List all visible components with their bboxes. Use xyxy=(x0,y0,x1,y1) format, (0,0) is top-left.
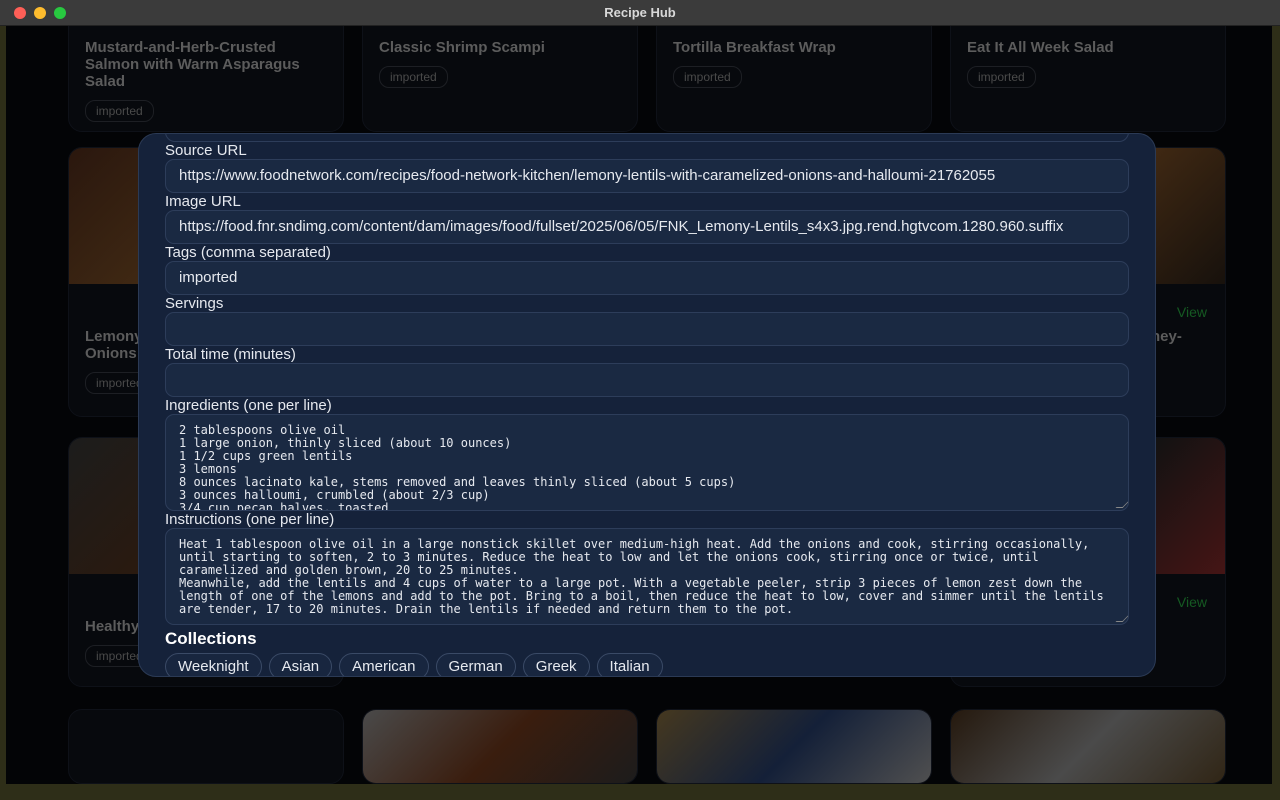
recipe-image xyxy=(363,710,637,783)
recipe-title: Classic Shrimp Scampi xyxy=(379,39,545,56)
total-time-label: Total time (minutes) xyxy=(165,346,296,363)
recipe-card[interactable] xyxy=(656,709,932,784)
collection-chip-italian[interactable]: Italian xyxy=(596,653,663,676)
collection-chip-greek[interactable]: Greek xyxy=(522,653,590,676)
recipe-title: Mustard-and-Herb-Crusted Salmon with War… xyxy=(85,39,300,90)
window-title: Recipe Hub xyxy=(604,5,676,20)
ingredients-label: Ingredients (one per line) xyxy=(165,397,332,414)
recipe-tag: imported xyxy=(967,66,1036,88)
source-url-label: Source URL xyxy=(165,142,247,159)
source-url-input[interactable]: https://www.foodnetwork.com/recipes/food… xyxy=(165,159,1129,193)
collections-heading: Collections xyxy=(165,629,257,648)
minimize-window-button[interactable] xyxy=(34,7,46,19)
servings-input[interactable] xyxy=(165,312,1129,346)
close-window-button[interactable] xyxy=(14,7,26,19)
recipe-image xyxy=(951,710,1225,783)
recipe-tag: imported xyxy=(673,66,742,88)
tags-label: Tags (comma separated) xyxy=(165,244,331,261)
ingredients-textarea[interactable]: 2 tablespoons olive oil 1 large onion, t… xyxy=(165,414,1129,511)
collections-list: Weeknight Asian American German Greek It… xyxy=(165,653,1129,676)
collection-chip-weeknight[interactable]: Weeknight xyxy=(165,653,262,676)
tags-input[interactable]: imported xyxy=(165,261,1129,295)
recipe-card[interactable] xyxy=(362,709,638,784)
recipe-card[interactable] xyxy=(68,709,344,784)
recipe-card[interactable]: Classic Shrimp Scampi imported xyxy=(362,26,638,132)
instructions-textarea[interactable]: Heat 1 tablespoon olive oil in a large n… xyxy=(165,528,1129,625)
view-link[interactable]: View xyxy=(1177,594,1207,610)
recipe-tag: imported xyxy=(85,100,154,122)
recipe-image xyxy=(657,710,931,783)
collection-chip-german[interactable]: German xyxy=(435,653,516,676)
collection-chip-asian[interactable]: Asian xyxy=(268,653,333,676)
title-bar: Recipe Hub xyxy=(0,0,1280,26)
edit-recipe-modal: Source URL https://www.foodnetwork.com/r… xyxy=(138,133,1156,677)
total-time-input[interactable] xyxy=(165,363,1129,397)
recipe-tag: imported xyxy=(379,66,448,88)
zoom-window-button[interactable] xyxy=(54,7,66,19)
recipe-title: Eat It All Week Salad xyxy=(967,39,1114,56)
view-link[interactable]: View xyxy=(1177,304,1207,320)
collection-chip-american[interactable]: American xyxy=(339,653,429,676)
instructions-label: Instructions (one per line) xyxy=(165,511,335,528)
recipe-card[interactable]: Eat It All Week Salad imported xyxy=(950,26,1226,132)
recipe-card[interactable]: Mustard-and-Herb-Crusted Salmon with War… xyxy=(68,26,344,132)
title-input[interactable] xyxy=(165,134,1129,142)
image-url-label: Image URL xyxy=(165,193,241,210)
recipe-card[interactable]: Tortilla Breakfast Wrap imported xyxy=(656,26,932,132)
recipe-card[interactable] xyxy=(950,709,1226,784)
servings-label: Servings xyxy=(165,295,224,312)
image-url-input[interactable]: https://food.fnr.sndimg.com/content/dam/… xyxy=(165,210,1129,244)
recipe-title: Tortilla Breakfast Wrap xyxy=(673,39,836,56)
